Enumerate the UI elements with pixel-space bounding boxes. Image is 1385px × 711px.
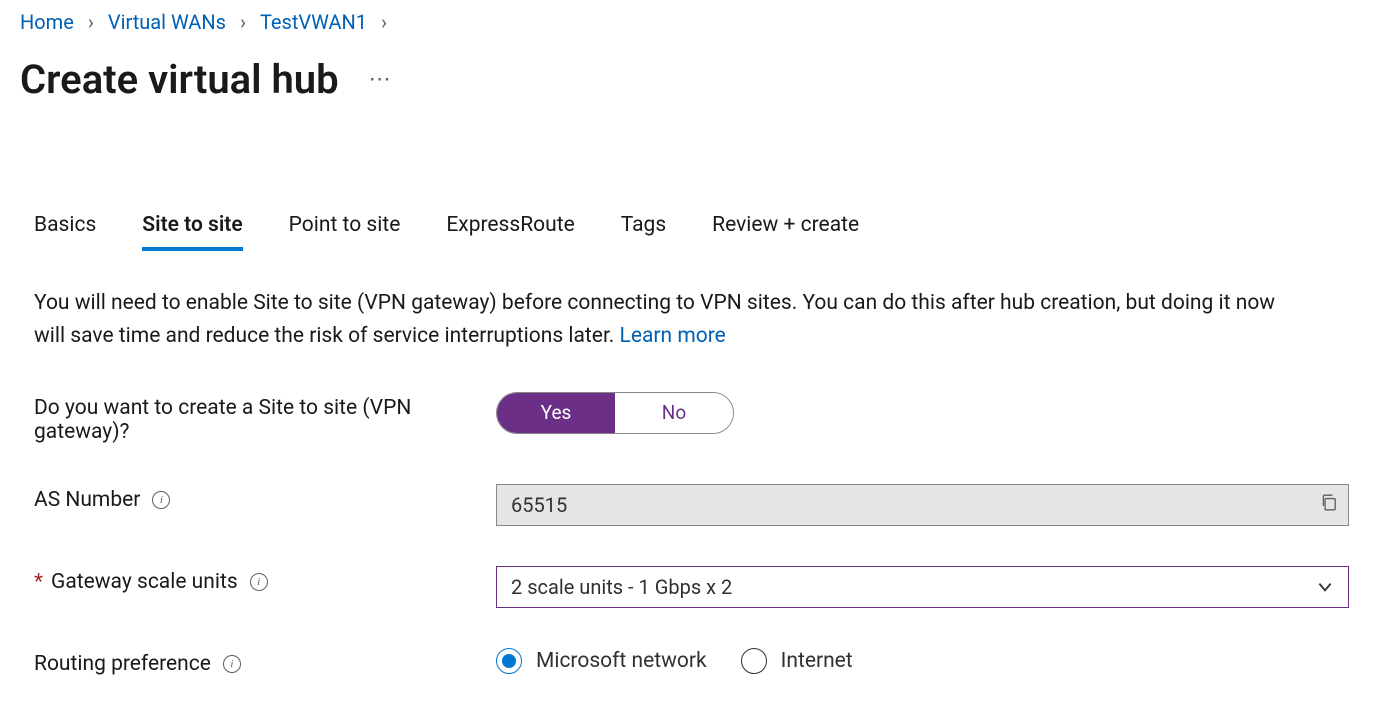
tab-tags[interactable]: Tags (621, 213, 666, 251)
tab-site-to-site[interactable]: Site to site (142, 213, 242, 251)
breadcrumb: Home › Virtual WANs › TestVWAN1 › (20, 10, 1349, 34)
info-icon[interactable]: i (223, 655, 241, 673)
radio-label: Internet (781, 649, 853, 673)
routing-preference-label: Routing preference (34, 652, 211, 676)
tab-point-to-site[interactable]: Point to site (289, 213, 401, 251)
toggle-no[interactable]: No (615, 393, 733, 433)
info-icon[interactable]: i (250, 573, 268, 591)
routing-preference-radio-group: Microsoft network Internet (496, 648, 1349, 674)
radio-icon (741, 648, 767, 674)
create-gateway-label: Do you want to create a Site to site (VP… (34, 396, 464, 444)
breadcrumb-testvwan1[interactable]: TestVWAN1 (260, 10, 367, 34)
create-gateway-toggle[interactable]: Yes No (496, 392, 734, 434)
tab-expressroute[interactable]: ExpressRoute (446, 213, 574, 251)
breadcrumb-home[interactable]: Home (20, 10, 74, 34)
gateway-scale-label: Gateway scale units (51, 570, 238, 594)
page-title: Create virtual hub (20, 56, 339, 103)
chevron-right-icon: › (88, 10, 94, 34)
tab-basics[interactable]: Basics (34, 213, 96, 251)
radio-icon (496, 648, 522, 674)
breadcrumb-virtual-wans[interactable]: Virtual WANs (108, 10, 226, 34)
chevron-right-icon: › (240, 10, 246, 34)
chevron-right-icon: › (381, 10, 387, 34)
as-number-label: AS Number (34, 488, 140, 512)
routing-pref-microsoft[interactable]: Microsoft network (496, 648, 707, 674)
intro-text: You will need to enable Site to site (VP… (20, 287, 1310, 352)
gateway-scale-value: 2 scale units - 1 Gbps x 2 (511, 575, 732, 599)
info-icon[interactable]: i (152, 491, 170, 509)
routing-pref-internet[interactable]: Internet (741, 648, 853, 674)
more-icon[interactable]: ⋯ (369, 67, 393, 92)
learn-more-link[interactable]: Learn more (620, 324, 726, 348)
gateway-scale-select[interactable]: 2 scale units - 1 Gbps x 2 (496, 566, 1349, 608)
tabs: Basics Site to site Point to site Expres… (20, 213, 1349, 251)
radio-label: Microsoft network (536, 649, 707, 673)
required-indicator: * (34, 570, 43, 594)
tab-review-create[interactable]: Review + create (712, 213, 859, 251)
chevron-down-icon (1316, 578, 1334, 596)
as-number-field: 65515 (496, 484, 1349, 526)
copy-icon[interactable] (1320, 494, 1338, 517)
as-number-value: 65515 (511, 493, 567, 517)
toggle-yes[interactable]: Yes (497, 393, 615, 433)
